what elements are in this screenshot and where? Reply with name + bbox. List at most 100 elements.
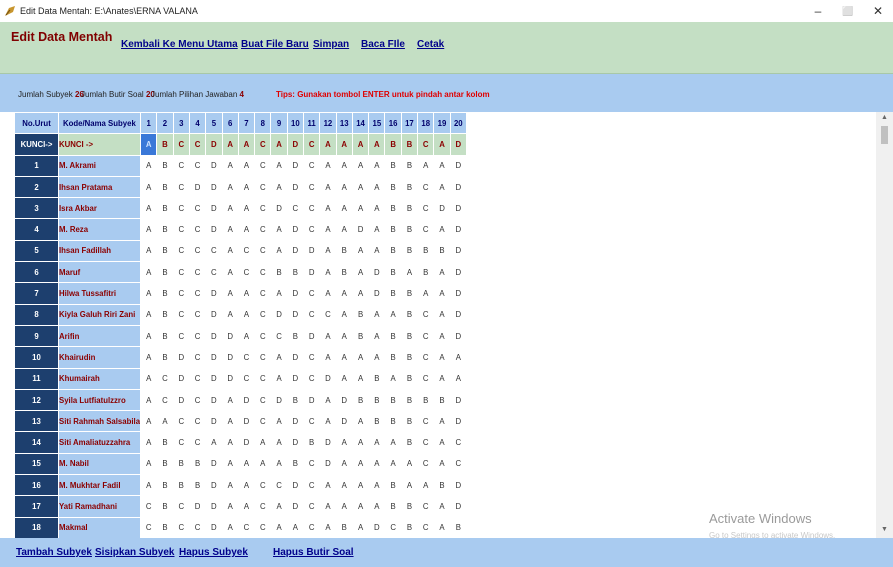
answer-cell[interactable]: A xyxy=(335,431,353,454)
answer-cell[interactable]: A xyxy=(221,154,239,177)
answer-cell[interactable]: C xyxy=(188,346,207,369)
answer-cell[interactable]: D xyxy=(286,218,305,241)
answer-cell[interactable]: C xyxy=(172,324,190,348)
answer-cell[interactable]: A xyxy=(433,154,451,177)
answer-cell[interactable]: D xyxy=(449,474,467,497)
answer-cell[interactable]: B xyxy=(384,218,402,241)
answer-cell[interactable]: C xyxy=(237,261,256,284)
answer-cell[interactable]: C xyxy=(254,175,272,199)
answer-cell[interactable]: B xyxy=(400,197,419,220)
answer-cell[interactable]: D xyxy=(302,324,321,348)
answer-cell[interactable]: B xyxy=(384,388,402,412)
menu-kembali[interactable]: Kembali Ke Menu Utama xyxy=(121,39,238,50)
answer-cell[interactable]: A xyxy=(140,239,158,263)
answer-cell[interactable]: B xyxy=(335,516,353,538)
answer-cell[interactable]: A xyxy=(335,175,353,199)
key-cell[interactable]: D xyxy=(205,133,223,156)
answer-cell[interactable]: D xyxy=(368,261,386,284)
answer-cell[interactable]: A xyxy=(351,239,370,263)
answer-cell[interactable]: D xyxy=(205,282,223,305)
answer-cell[interactable]: A xyxy=(237,303,256,326)
answer-cell[interactable]: D xyxy=(205,324,223,348)
answer-cell[interactable]: C xyxy=(172,495,190,518)
answer-cell[interactable]: B xyxy=(384,175,402,199)
answer-cell[interactable]: B xyxy=(449,516,467,538)
tambah-subyek-link[interactable]: Tambah Subyek xyxy=(16,547,92,558)
answer-cell[interactable]: C xyxy=(302,410,321,433)
answer-cell[interactable]: A xyxy=(140,452,158,476)
answer-cell[interactable]: C xyxy=(417,495,435,518)
answer-cell[interactable]: B xyxy=(302,431,321,454)
answer-cell[interactable]: B xyxy=(433,388,451,412)
answer-cell[interactable]: D xyxy=(205,154,223,177)
answer-cell[interactable]: C xyxy=(140,495,158,518)
answer-cell[interactable]: C xyxy=(417,516,435,538)
answer-cell[interactable]: C xyxy=(417,175,435,199)
answer-cell[interactable]: D xyxy=(449,197,467,220)
answer-cell[interactable]: C xyxy=(254,474,272,497)
answer-cell[interactable]: A xyxy=(368,474,386,497)
answer-cell[interactable]: B xyxy=(156,261,174,284)
answer-cell[interactable]: D xyxy=(449,239,467,263)
answer-cell[interactable]: D xyxy=(172,367,190,390)
answer-cell[interactable]: C xyxy=(302,282,321,305)
subject-name[interactable]: Yati Ramadhani xyxy=(57,495,142,518)
answer-cell[interactable]: C xyxy=(172,261,190,284)
answer-cell[interactable]: B xyxy=(286,452,305,476)
answer-cell[interactable]: D xyxy=(270,388,288,412)
answer-cell[interactable]: A xyxy=(417,154,435,177)
answer-cell[interactable]: B xyxy=(384,197,402,220)
answer-cell[interactable]: C xyxy=(302,474,321,497)
menu-simpan[interactable]: Simpan xyxy=(313,39,349,50)
answer-cell[interactable]: C xyxy=(302,495,321,518)
answer-cell[interactable]: B xyxy=(384,239,402,263)
answer-cell[interactable]: A xyxy=(433,303,451,326)
answer-cell[interactable]: A xyxy=(319,346,337,369)
answer-cell[interactable]: D xyxy=(286,175,305,199)
answer-cell[interactable]: B xyxy=(286,324,305,348)
answer-cell[interactable]: A xyxy=(140,303,158,326)
answer-cell[interactable]: D xyxy=(205,410,223,433)
answer-cell[interactable]: D xyxy=(286,239,305,263)
answer-cell[interactable]: B xyxy=(156,516,174,538)
answer-cell[interactable]: D xyxy=(172,388,190,412)
answer-cell[interactable]: A xyxy=(319,239,337,263)
answer-cell[interactable]: C xyxy=(188,154,207,177)
answer-cell[interactable]: B xyxy=(286,261,305,284)
answer-cell[interactable]: B xyxy=(400,154,419,177)
answer-cell[interactable]: C xyxy=(188,239,207,263)
answer-cell[interactable]: D xyxy=(205,452,223,476)
answer-cell[interactable]: A xyxy=(368,239,386,263)
answer-cell[interactable]: A xyxy=(351,346,370,369)
answer-cell[interactable]: D xyxy=(335,388,353,412)
answer-cell[interactable]: D xyxy=(205,367,223,390)
answer-cell[interactable]: D xyxy=(449,388,467,412)
maximize-button[interactable]: ⬜ xyxy=(833,0,863,22)
answer-cell[interactable]: A xyxy=(140,197,158,220)
answer-cell[interactable]: D xyxy=(205,495,223,518)
key-cell[interactable]: B xyxy=(384,133,402,156)
answer-cell[interactable]: A xyxy=(351,367,370,390)
answer-cell[interactable]: B xyxy=(156,218,174,241)
close-button[interactable]: ✕ xyxy=(863,0,893,22)
answer-cell[interactable]: A xyxy=(319,474,337,497)
answer-cell[interactable]: C xyxy=(188,324,207,348)
answer-cell[interactable]: A xyxy=(140,431,158,454)
answer-cell[interactable]: C xyxy=(417,431,435,454)
answer-cell[interactable]: A xyxy=(400,474,419,497)
answer-cell[interactable]: C xyxy=(302,303,321,326)
answer-cell[interactable]: A xyxy=(286,516,305,538)
key-cell[interactable]: B xyxy=(156,133,174,156)
answer-cell[interactable]: B xyxy=(156,175,174,199)
answer-cell[interactable]: A xyxy=(237,154,256,177)
subject-name[interactable]: Khairudin xyxy=(57,346,142,369)
answer-cell[interactable]: C xyxy=(286,197,305,220)
answer-cell[interactable]: B xyxy=(351,388,370,412)
answer-cell[interactable]: A xyxy=(351,516,370,538)
answer-cell[interactable]: D xyxy=(449,303,467,326)
answer-cell[interactable]: D xyxy=(449,282,467,305)
answer-cell[interactable]: C xyxy=(254,154,272,177)
answer-cell[interactable]: C xyxy=(188,197,207,220)
answer-cell[interactable]: C xyxy=(172,303,190,326)
answer-cell[interactable]: D xyxy=(205,303,223,326)
